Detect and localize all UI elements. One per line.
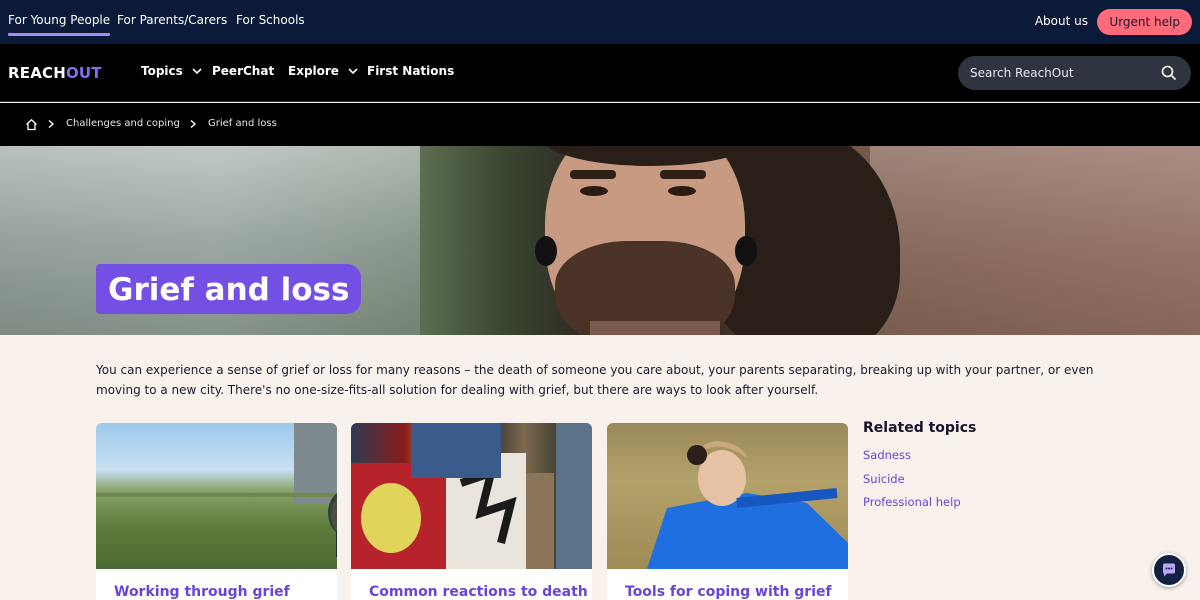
chat-button[interactable] — [1152, 553, 1186, 587]
search-input[interactable]: Search ReachOut — [958, 56, 1191, 90]
urgent-help-button[interactable]: Urgent help — [1097, 9, 1192, 35]
chevron-right-icon — [190, 119, 197, 129]
hero-person-neck — [590, 321, 720, 335]
card-image — [96, 423, 337, 569]
audience-link-schools[interactable]: For Schools — [236, 13, 305, 27]
audience-link-parents[interactable]: For Parents/Carers — [117, 13, 227, 27]
nav-first-nations-label: First Nations — [367, 64, 455, 78]
page-title: Grief and loss — [96, 264, 362, 314]
hero-person-eye — [580, 186, 608, 196]
chat-bubble-icon — [1163, 563, 1175, 577]
article-card[interactable]: Common reactions to death — [351, 423, 592, 600]
audience-bar: For Young People For Parents/Carers For … — [0, 0, 1200, 44]
related-topics-heading: Related topics — [863, 420, 977, 436]
article-card[interactable]: Tools for coping with grief — [607, 423, 848, 600]
card-illustration — [351, 423, 592, 569]
breadcrumb-current: Grief and loss — [208, 118, 277, 129]
nav-explore[interactable]: Explore — [288, 64, 359, 78]
breadcrumb-challenges-coping[interactable]: Challenges and coping — [66, 118, 180, 129]
search-placeholder: Search ReachOut — [970, 66, 1074, 80]
related-link-sadness[interactable]: Sadness — [863, 448, 911, 462]
hero-person-brow — [660, 170, 706, 179]
nav-topics[interactable]: Topics — [141, 64, 203, 78]
audience-link-young-people[interactable]: For Young People — [8, 13, 111, 36]
main-nav: REACH OUT Topics PeerChat Explore First N… — [0, 44, 1200, 102]
related-link-suicide[interactable]: Suicide — [863, 472, 905, 486]
about-us-link[interactable]: About us — [1035, 14, 1088, 28]
nav-topics-label: Topics — [141, 64, 183, 78]
breadcrumb: Challenges and coping Grief and loss — [0, 103, 1200, 146]
chevron-down-icon — [192, 68, 202, 75]
nav-peerchat-label: PeerChat — [212, 64, 275, 78]
intro-text: You can experience a sense of grief or l… — [96, 363, 1094, 397]
logo-out-text: OUT — [65, 64, 102, 82]
card-title[interactable]: Tools for coping with grief — [625, 584, 832, 600]
card-illustration — [647, 441, 848, 569]
nav-first-nations[interactable]: First Nations — [367, 64, 454, 78]
nav-explore-label: Explore — [288, 64, 339, 78]
chevron-down-icon — [348, 68, 358, 75]
card-image — [351, 423, 592, 569]
home-icon[interactable] — [25, 118, 38, 131]
chevron-right-icon — [48, 119, 55, 129]
logo-reach-text: REACH — [8, 64, 66, 82]
hero-person-earring — [735, 236, 757, 266]
search-icon[interactable] — [1161, 65, 1177, 81]
card-title[interactable]: Common reactions to death — [369, 584, 588, 600]
article-card[interactable]: Working through grief — [96, 423, 337, 600]
card-illustration — [96, 423, 337, 557]
related-link-professional-help[interactable]: Professional help — [863, 495, 961, 509]
hero-person-eye — [668, 186, 696, 196]
hero-person-brow — [570, 170, 616, 179]
card-image — [607, 423, 848, 569]
reachout-logo[interactable]: REACH OUT — [8, 64, 102, 82]
card-title[interactable]: Working through grief — [114, 584, 290, 600]
nav-peerchat[interactable]: PeerChat — [212, 64, 274, 78]
hero-person-earring — [535, 236, 557, 266]
hero-background-right — [870, 146, 1200, 335]
